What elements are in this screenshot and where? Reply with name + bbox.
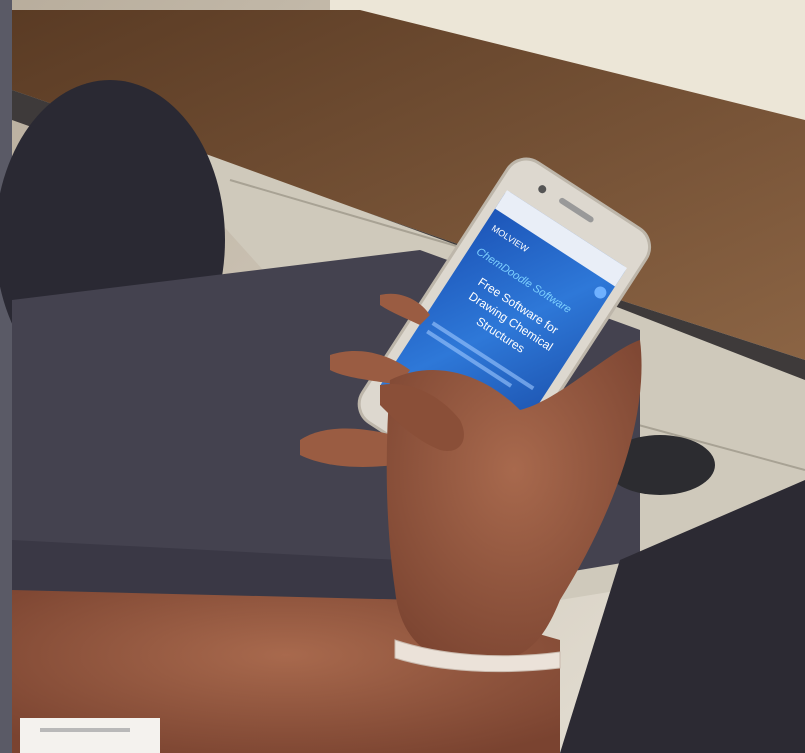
paper-sheet [20, 718, 160, 753]
photo-scene: MOLVIEW ChemDoodle Software Free Softwar… [0, 0, 805, 753]
left-border [0, 0, 12, 753]
